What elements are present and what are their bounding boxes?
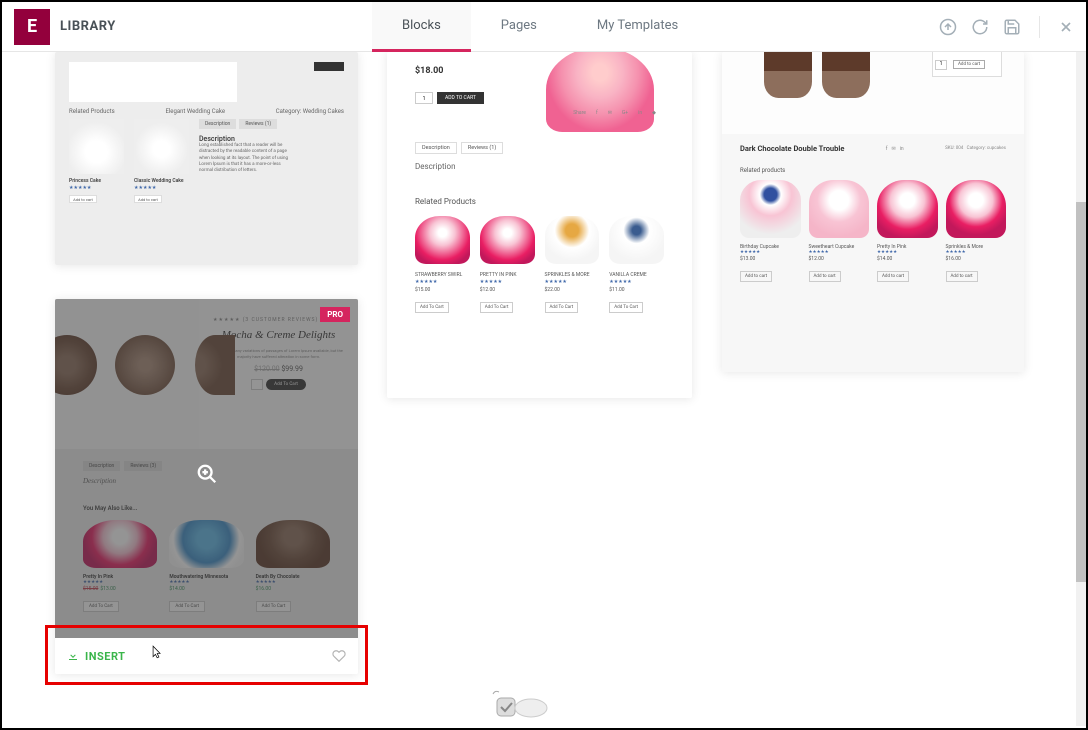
- product-name: SPRINKLES & MORE: [545, 272, 600, 278]
- product-name: Classic Wedding Cake: [134, 178, 189, 184]
- close-icon[interactable]: [1058, 19, 1074, 35]
- related-products-heading: Related Products: [415, 197, 664, 206]
- library-header: E LIBRARY Blocks Pages My Templates: [2, 2, 1086, 52]
- add-to-cart-button: Add to cart: [953, 60, 985, 69]
- rating-stars: ★★★★★: [134, 185, 189, 191]
- description-heading: Description: [415, 162, 664, 171]
- cake-thumbnail: [69, 119, 124, 174]
- related-products-heading: Related products: [722, 159, 1024, 180]
- chocolate-cupcake-image: [822, 52, 870, 98]
- tab-reviews: Reviews (1): [239, 119, 277, 129]
- quantity-input: 1: [935, 60, 947, 70]
- tab-blocks[interactable]: Blocks: [372, 2, 471, 52]
- tab-my-templates[interactable]: My Templates: [567, 2, 708, 52]
- template-card-2[interactable]: $18.00 1 ADD TO CART Sharef✉G+in◆ Descri…: [387, 52, 692, 398]
- product-name: VANILLA CREME: [609, 272, 664, 278]
- product-price: $13.00: [740, 256, 801, 262]
- product-price: $12.00: [809, 256, 870, 262]
- insert-label: INSERT: [85, 650, 125, 663]
- rating-stars: ★★★★★: [809, 250, 870, 255]
- download-icon: [67, 650, 79, 662]
- product-name: PRETTY IN PINK: [480, 272, 535, 278]
- product-price: $12.00: [480, 287, 535, 293]
- category-label: Category: cupcakes: [967, 146, 1006, 151]
- template-card-3[interactable]: 1 Add to cart Dark Chocolate Double Trou…: [722, 52, 1024, 372]
- add-to-cart-box: 1 Add to cart: [932, 52, 1002, 77]
- tab-description: Description: [199, 119, 236, 129]
- pro-badge: PRO: [320, 307, 350, 322]
- cupcake-thumbnail: [480, 216, 535, 264]
- related-products-label: Related Products: [69, 108, 115, 115]
- template-card-1[interactable]: Related Products Elegant Wedding Cake Ca…: [55, 52, 358, 265]
- cupcake-thumbnail: [946, 180, 1007, 238]
- rating-stars: ★★★★★: [415, 279, 470, 285]
- product-price: $16.00: [946, 256, 1007, 262]
- cake-thumbnail: [134, 119, 189, 174]
- tab-description: Description: [415, 142, 457, 154]
- add-to-cart-button: Add to cart: [740, 271, 772, 282]
- cupcake-thumbnail: [545, 216, 600, 264]
- favorite-icon[interactable]: [332, 649, 346, 663]
- rating-stars: ★★★★★: [480, 279, 535, 285]
- product-title: Dark Chocolate Double Trouble: [740, 144, 844, 153]
- style-label: Elegant Wedding Cake: [165, 108, 225, 115]
- cupcake-thumbnail: [415, 216, 470, 264]
- header-tabs: Blocks Pages My Templates: [372, 2, 708, 52]
- library-title: LIBRARY: [60, 19, 116, 34]
- add-to-cart-button: Add To Cart: [609, 302, 643, 313]
- product-price: $15.00: [415, 287, 470, 293]
- add-to-cart-button: ADD TO CART: [437, 92, 484, 104]
- product-name: Princess Cake: [69, 178, 124, 184]
- mouse-cursor-icon: [149, 644, 163, 660]
- product-name: STRAWBERRY SWIRL: [415, 272, 470, 278]
- preview-image: [69, 62, 237, 102]
- add-to-cart-button: Add to cart: [134, 195, 162, 203]
- header-divider: [1039, 16, 1040, 38]
- add-to-cart-button: Add To Cart: [480, 302, 514, 313]
- rating-stars: ★★★★★: [69, 185, 124, 191]
- tab-reviews: Reviews (1): [461, 142, 503, 154]
- add-to-cart-button: Add to cart: [946, 271, 978, 282]
- product-price: $22.00: [545, 287, 600, 293]
- tab-pages[interactable]: Pages: [471, 2, 567, 52]
- header-actions: [939, 2, 1074, 52]
- mini-button: [314, 62, 344, 71]
- rating-stars: ★★★★★: [946, 250, 1007, 255]
- rating-stars: ★★★★★: [545, 279, 600, 285]
- product-price: $11.00: [609, 287, 664, 293]
- cupcake-thumbnail: [809, 180, 870, 238]
- bottom-decoration: [487, 690, 552, 718]
- import-icon[interactable]: [939, 18, 957, 36]
- elementor-logo: E: [14, 9, 50, 45]
- add-to-cart-button: Add to cart: [809, 271, 841, 282]
- rating-stars: ★★★★★: [877, 250, 938, 255]
- add-to-cart-button: Add To Cart: [415, 302, 449, 313]
- cupcake-hero-image: [546, 52, 654, 132]
- cupcake-thumbnail: [609, 216, 664, 264]
- rating-stars: ★★★★★: [609, 279, 664, 285]
- quantity-input: 1: [415, 92, 433, 104]
- description-title: Description: [199, 135, 289, 143]
- share-row: Sharef✉G+in◆: [573, 110, 656, 116]
- rating-stars: ★★★★★: [740, 250, 801, 255]
- template-card-footer: INSERT: [55, 638, 358, 674]
- save-icon[interactable]: [1003, 18, 1021, 36]
- add-to-cart-button: Add to cart: [877, 271, 909, 282]
- cupcake-thumbnail: [877, 180, 938, 238]
- magnify-icon[interactable]: [196, 463, 218, 485]
- insert-button[interactable]: INSERT: [67, 650, 125, 663]
- cupcake-thumbnail: [740, 180, 801, 238]
- sku-label: SKU: 004: [945, 146, 963, 151]
- template-card-4-hovered[interactable]: ★★★★★ (3 CUSTOMER REVIEWS) Mocha & Creme…: [55, 299, 358, 674]
- add-to-cart-button: Add to cart: [69, 195, 97, 203]
- library-content: Related Products Elegant Wedding Cake Ca…: [2, 52, 1076, 726]
- scrollbar-thumb[interactable]: [1076, 202, 1086, 582]
- category-label: Category: Wedding Cakes: [276, 108, 344, 115]
- sync-icon[interactable]: [971, 18, 989, 36]
- product-price: $14.00: [877, 256, 938, 262]
- description-text: Long established fact that a reader will…: [199, 143, 289, 174]
- chocolate-cupcake-image: [764, 52, 812, 98]
- add-to-cart-button: Add To Cart: [545, 302, 579, 313]
